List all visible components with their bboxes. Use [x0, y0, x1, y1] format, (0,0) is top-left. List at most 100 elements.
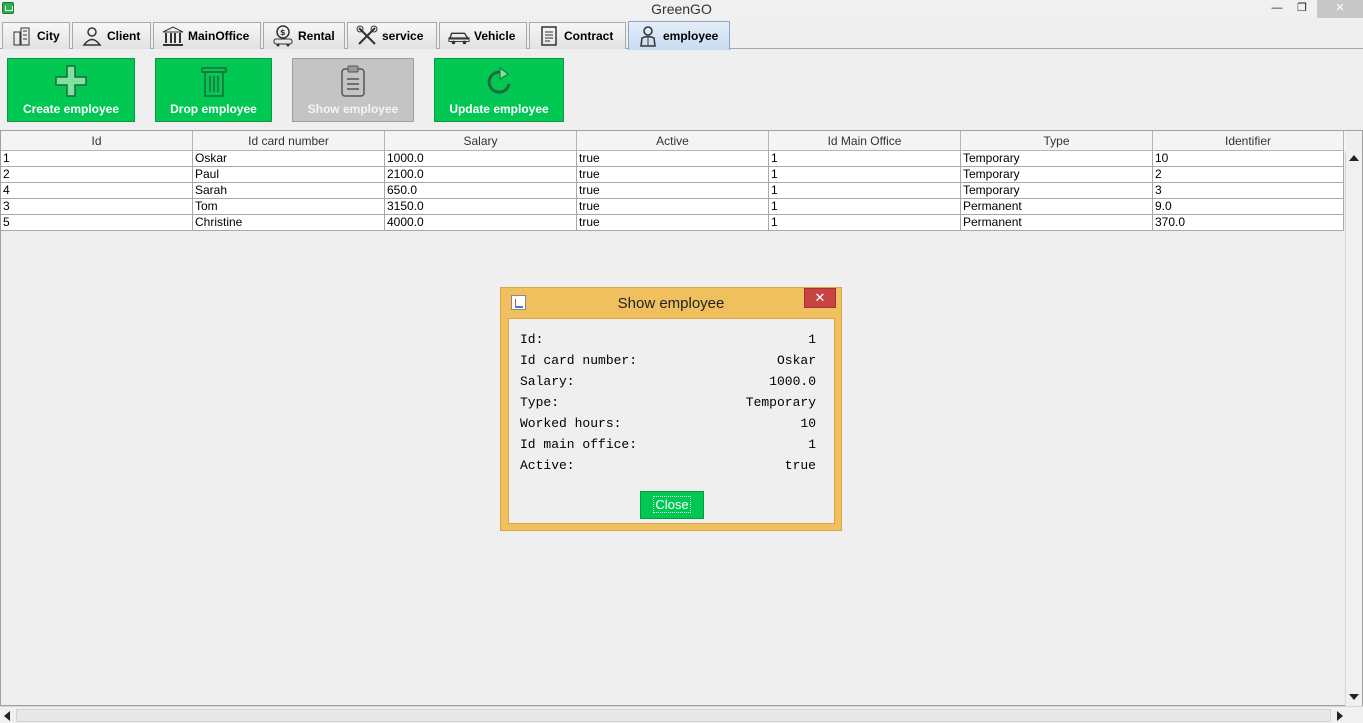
detail-row-id: Id: 1: [520, 332, 816, 350]
cell-id-main-office[interactable]: 1: [769, 199, 961, 215]
cell-identifier[interactable]: 2: [1153, 167, 1344, 183]
detail-label: Worked hours:: [520, 416, 622, 431]
detail-value: Oskar: [776, 353, 816, 368]
detail-row-salary: Salary: 1000.0: [520, 374, 816, 392]
tab-service[interactable]: service: [347, 22, 437, 49]
cell-identifier[interactable]: 370.0: [1153, 215, 1344, 231]
cell-active[interactable]: true: [577, 199, 769, 215]
column-header-active[interactable]: Active: [577, 131, 769, 151]
cell-id-main-office[interactable]: 1: [769, 215, 961, 231]
table-body: 1 Oskar 1000.0 true 1 Temporary 10 2 Pau…: [1, 151, 1344, 231]
tab-vehicle[interactable]: Vehicle: [439, 22, 527, 49]
tab-city-label: City: [37, 29, 60, 43]
cell-salary[interactable]: 3150.0: [385, 199, 577, 215]
cell-id-main-office[interactable]: 1: [769, 183, 961, 199]
cell-salary[interactable]: 2100.0: [385, 167, 577, 183]
cell-identifier[interactable]: 3: [1153, 183, 1344, 199]
dialog-close-icon[interactable]: ✕: [804, 288, 836, 308]
tab-client[interactable]: Client: [72, 22, 151, 49]
cell-id-card-number[interactable]: Sarah: [193, 183, 385, 199]
show-employee-button[interactable]: Show employee: [292, 58, 414, 122]
vertical-scrollbar[interactable]: [1345, 151, 1362, 706]
cell-identifier[interactable]: 10: [1153, 151, 1344, 167]
horizontal-scrollbar[interactable]: [0, 706, 1363, 723]
scroll-up-icon[interactable]: [1349, 155, 1359, 161]
cell-type[interactable]: Permanent: [961, 215, 1153, 231]
table-row[interactable]: 4 Sarah 650.0 true 1 Temporary 3: [1, 183, 1344, 199]
cell-type[interactable]: Temporary: [961, 167, 1153, 183]
employee-icon: [637, 25, 659, 47]
tab-bar: City Client MainOffice $ Rental service …: [0, 21, 1363, 50]
tab-employee-label: employee: [663, 29, 719, 43]
tab-mainoffice-label: MainOffice: [188, 29, 250, 43]
detail-label: Id main office:: [520, 437, 638, 452]
column-header-type[interactable]: Type: [961, 131, 1153, 151]
column-header-id[interactable]: Id: [1, 131, 193, 151]
tab-vehicle-label: Vehicle: [474, 29, 516, 43]
cell-id-main-office[interactable]: 1: [769, 151, 961, 167]
tab-city[interactable]: City: [2, 22, 70, 49]
cell-active[interactable]: true: [577, 215, 769, 231]
detail-row-type: Type: Temporary: [520, 395, 816, 413]
cell-id-main-office[interactable]: 1: [769, 167, 961, 183]
minimize-button[interactable]: —: [1266, 0, 1288, 18]
create-employee-button[interactable]: Create employee: [7, 58, 135, 122]
tab-contract[interactable]: Contract: [529, 22, 626, 49]
cell-id[interactable]: 5: [1, 215, 193, 231]
window-close-button[interactable]: ✕: [1317, 0, 1363, 18]
cell-active[interactable]: true: [577, 183, 769, 199]
cell-type[interactable]: Temporary: [961, 183, 1153, 199]
refresh-icon: [435, 64, 563, 98]
cell-id[interactable]: 3: [1, 199, 193, 215]
cell-salary[interactable]: 650.0: [385, 183, 577, 199]
cell-id[interactable]: 1: [1, 151, 193, 167]
svg-text:$: $: [280, 28, 286, 37]
scroll-right-icon[interactable]: [1337, 711, 1343, 721]
table-row[interactable]: 3 Tom 3150.0 true 1 Permanent 9.0: [1, 199, 1344, 215]
table-row[interactable]: 5 Christine 4000.0 true 1 Permanent 370.…: [1, 215, 1344, 231]
update-employee-button[interactable]: Update employee: [434, 58, 564, 122]
horizontal-scroll-thumb[interactable]: [16, 709, 1331, 722]
cell-type[interactable]: Permanent: [961, 199, 1153, 215]
maximize-button[interactable]: ❐: [1291, 0, 1313, 18]
cell-identifier[interactable]: 9.0: [1153, 199, 1344, 215]
detail-label: Type:: [520, 395, 560, 410]
table-row[interactable]: 1 Oskar 1000.0 true 1 Temporary 10: [1, 151, 1344, 167]
cell-id-card-number[interactable]: Christine: [193, 215, 385, 231]
column-header-salary[interactable]: Salary: [385, 131, 577, 151]
cell-id-card-number[interactable]: Oskar: [193, 151, 385, 167]
tab-employee[interactable]: employee: [628, 21, 730, 50]
close-button[interactable]: Close: [640, 491, 704, 519]
clipboard-icon: [293, 64, 413, 98]
cell-id-card-number[interactable]: Paul: [193, 167, 385, 183]
cell-active[interactable]: true: [577, 167, 769, 183]
cell-id[interactable]: 2: [1, 167, 193, 183]
scroll-down-icon[interactable]: [1349, 694, 1359, 700]
drop-employee-button[interactable]: Drop employee: [155, 58, 272, 122]
cell-salary[interactable]: 4000.0: [385, 215, 577, 231]
drop-employee-label: Drop employee: [170, 102, 257, 116]
cell-id[interactable]: 4: [1, 183, 193, 199]
detail-value: 1: [808, 437, 816, 452]
show-employee-dialog: Show employee ✕ Id: 1 Id card number: Os…: [500, 287, 842, 531]
column-header-id-card-number[interactable]: Id card number: [193, 131, 385, 151]
cell-salary[interactable]: 1000.0: [385, 151, 577, 167]
dialog-title: Show employee: [617, 295, 725, 312]
tab-rental[interactable]: $ Rental: [263, 22, 345, 49]
detail-row-id-main-office: Id main office: 1: [520, 437, 816, 455]
city-icon: [11, 25, 33, 47]
cell-active[interactable]: true: [577, 151, 769, 167]
scroll-left-icon[interactable]: [4, 711, 10, 721]
tools-icon: [356, 25, 378, 47]
detail-value: 1: [808, 332, 816, 347]
table-row[interactable]: 2 Paul 2100.0 true 1 Temporary 2: [1, 167, 1344, 183]
window-title: GreenGO: [651, 1, 712, 17]
detail-value: 1000.0: [769, 374, 816, 389]
tab-mainoffice[interactable]: MainOffice: [153, 22, 261, 49]
cell-id-card-number[interactable]: Tom: [193, 199, 385, 215]
detail-row-worked-hours: Worked hours: 10: [520, 416, 816, 434]
column-header-identifier[interactable]: Identifier: [1153, 131, 1344, 151]
detail-value: Temporary: [745, 395, 816, 410]
column-header-id-main-office[interactable]: Id Main Office: [769, 131, 961, 151]
cell-type[interactable]: Temporary: [961, 151, 1153, 167]
